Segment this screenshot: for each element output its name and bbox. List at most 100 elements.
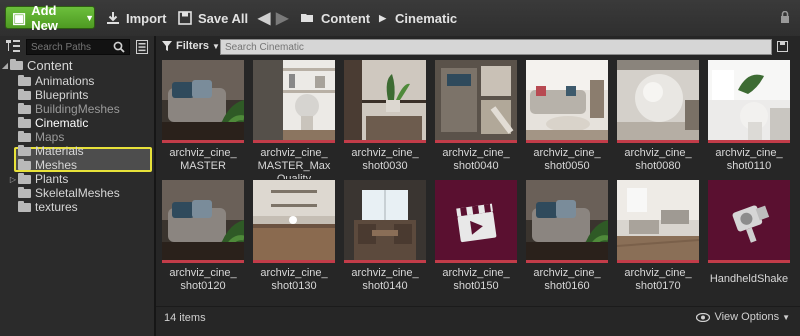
asset-thumbnail[interactable]: [253, 60, 335, 140]
lock-icon[interactable]: [780, 11, 790, 23]
asset-thumbnail[interactable]: [253, 180, 335, 260]
add-new-button[interactable]: ▣ Add New ▼: [5, 3, 95, 33]
import-button[interactable]: Import: [106, 0, 166, 36]
search-icon[interactable]: [113, 41, 125, 53]
view-options-button[interactable]: View Options ▼: [696, 311, 790, 323]
asset-view-panel: Filters ▼ archviz_cine_MASTERarchviz_cin…: [156, 36, 800, 336]
list-view-icon[interactable]: [136, 40, 148, 54]
asset-tile[interactable]: archviz_cine_ shot0130: [253, 180, 335, 296]
asset-name-line: shot0160: [544, 280, 590, 292]
asset-type-bar: [162, 260, 244, 263]
save-all-button[interactable]: Save All: [178, 0, 248, 36]
asset-thumbnail[interactable]: [435, 180, 517, 260]
asset-name-line: shot0110: [726, 160, 772, 172]
collapsed-arrow-icon[interactable]: ▷: [8, 175, 18, 184]
asset-name-line: HandheldShake: [709, 273, 789, 285]
folder-icon: [18, 158, 31, 170]
asset-thumbnail[interactable]: [708, 60, 790, 140]
asset-thumbnail[interactable]: [708, 180, 790, 260]
asset-name-line: archviz_cine_: [533, 147, 601, 159]
asset-tile[interactable]: archviz_cine_ MASTER: [162, 60, 244, 176]
tree-item-label: SkeletalMeshes: [35, 186, 120, 200]
asset-type-bar: [708, 260, 790, 263]
import-label: Import: [126, 10, 167, 26]
folder-icon: [18, 88, 31, 100]
asset-type-bar: [617, 260, 699, 263]
asset-thumbnail[interactable]: [526, 180, 608, 260]
asset-type-bar: [253, 140, 335, 143]
tree-item-label: BuildingMeshes: [35, 102, 120, 116]
folder-open-icon: [301, 14, 313, 22]
tree-root-content[interactable]: ◢ Content: [0, 58, 73, 73]
chevron-right-icon[interactable]: ▶: [379, 13, 386, 24]
asset-tile[interactable]: archviz_cine_ shot0110: [708, 60, 790, 176]
asset-tile[interactable]: archviz_cine_ shot0080: [617, 60, 699, 176]
folder-icon: [18, 186, 31, 198]
history-back-button[interactable]: ◀: [258, 0, 270, 36]
thumbnail-image: [162, 60, 244, 140]
tree-item-skeletalmeshes[interactable]: SkeletalMeshes: [18, 186, 120, 200]
folder-tree-panel: ◢ Content Animations Blueprints Building…: [0, 36, 156, 336]
thumbnail-image: [344, 180, 426, 260]
asset-name-line: shot0130: [271, 280, 317, 292]
thumbnail-image: [708, 60, 790, 140]
breadcrumb-item-content[interactable]: Content: [321, 11, 370, 26]
tree-item-meshes[interactable]: Meshes: [18, 158, 77, 172]
asset-thumbnail[interactable]: [617, 60, 699, 140]
asset-type-bar: [344, 260, 426, 263]
asset-tile[interactable]: archviz_cine_ shot0170: [617, 180, 699, 296]
asset-tile[interactable]: archviz_cine_ shot0050: [526, 60, 608, 176]
asset-thumbnail[interactable]: [435, 60, 517, 140]
tree-item-maps[interactable]: Maps: [18, 130, 64, 144]
expanded-arrow-icon[interactable]: ◢: [0, 61, 10, 70]
tree-item-cinematic[interactable]: Cinematic: [18, 116, 88, 130]
asset-name: archviz_cine_ shot0030: [340, 147, 430, 173]
asset-thumbnail[interactable]: [617, 180, 699, 260]
search-assets-input[interactable]: [220, 39, 772, 55]
history-forward-button[interactable]: ▶: [276, 0, 288, 36]
asset-tile[interactable]: archviz_cine_ shot0120: [162, 180, 244, 296]
asset-tile[interactable]: archviz_cine_ shot0040: [435, 60, 517, 176]
folder-icon: [18, 102, 31, 114]
asset-thumbnail[interactable]: [344, 180, 426, 260]
asset-name-line: shot0170: [635, 280, 681, 292]
folder-icon: [18, 116, 31, 128]
toolbar: ▣ Add New ▼ Import Save All ◀ ▶ Content …: [0, 0, 800, 37]
asset-thumbnail[interactable]: [162, 180, 244, 260]
asset-type-bar: [435, 140, 517, 143]
asset-type-bar: [253, 260, 335, 263]
asset-tile[interactable]: archviz_cine_ MASTER_Max Quality: [253, 60, 335, 179]
asset-tile[interactable]: archviz_cine_ shot0150: [435, 180, 517, 296]
tree-item-plants[interactable]: ▷ Plants: [8, 172, 68, 186]
path-search-row: [0, 36, 154, 58]
asset-tile[interactable]: archviz_cine_ shot0140: [344, 180, 426, 296]
asset-thumbnail[interactable]: [526, 60, 608, 140]
tree-item-materials[interactable]: Materials: [18, 144, 84, 158]
folder-icon: [18, 130, 31, 142]
asset-tile[interactable]: archviz_cine_ shot0160: [526, 180, 608, 296]
filters-button[interactable]: Filters ▼: [162, 40, 220, 52]
asset-name-line: shot0150: [453, 280, 499, 292]
asset-tile[interactable]: HandheldShake: [708, 180, 790, 296]
asset-grid: archviz_cine_ MASTER archviz_cine_ MASTER_M…: [156, 60, 800, 310]
asset-thumbnail[interactable]: [344, 60, 426, 140]
asset-name: archviz_cine_ shot0140: [340, 267, 430, 293]
plus-icon: ▣: [12, 9, 27, 27]
asset-tile[interactable]: archviz_cine_ shot0030: [344, 60, 426, 176]
tree-item-blueprints[interactable]: Blueprints: [18, 88, 88, 102]
tree-item-animations[interactable]: Animations: [18, 74, 94, 88]
thumbnail-image: [708, 180, 790, 260]
asset-name-line: archviz_cine_: [715, 147, 783, 159]
tree-item-buildingmeshes[interactable]: BuildingMeshes: [18, 102, 120, 116]
asset-type-bar: [526, 260, 608, 263]
save-all-label: Save All: [198, 10, 249, 26]
asset-thumbnail[interactable]: [162, 60, 244, 140]
tree-toggle-icon[interactable]: [6, 40, 20, 52]
asset-type-bar: [708, 140, 790, 143]
thumbnail-image: [162, 180, 244, 260]
tree-item-textures[interactable]: textures: [18, 200, 78, 214]
breadcrumb-item-cinematic[interactable]: Cinematic: [395, 11, 457, 26]
asset-name: archviz_cine_ shot0110: [704, 147, 794, 173]
save-search-icon[interactable]: [777, 41, 788, 52]
eye-icon: [696, 312, 711, 322]
